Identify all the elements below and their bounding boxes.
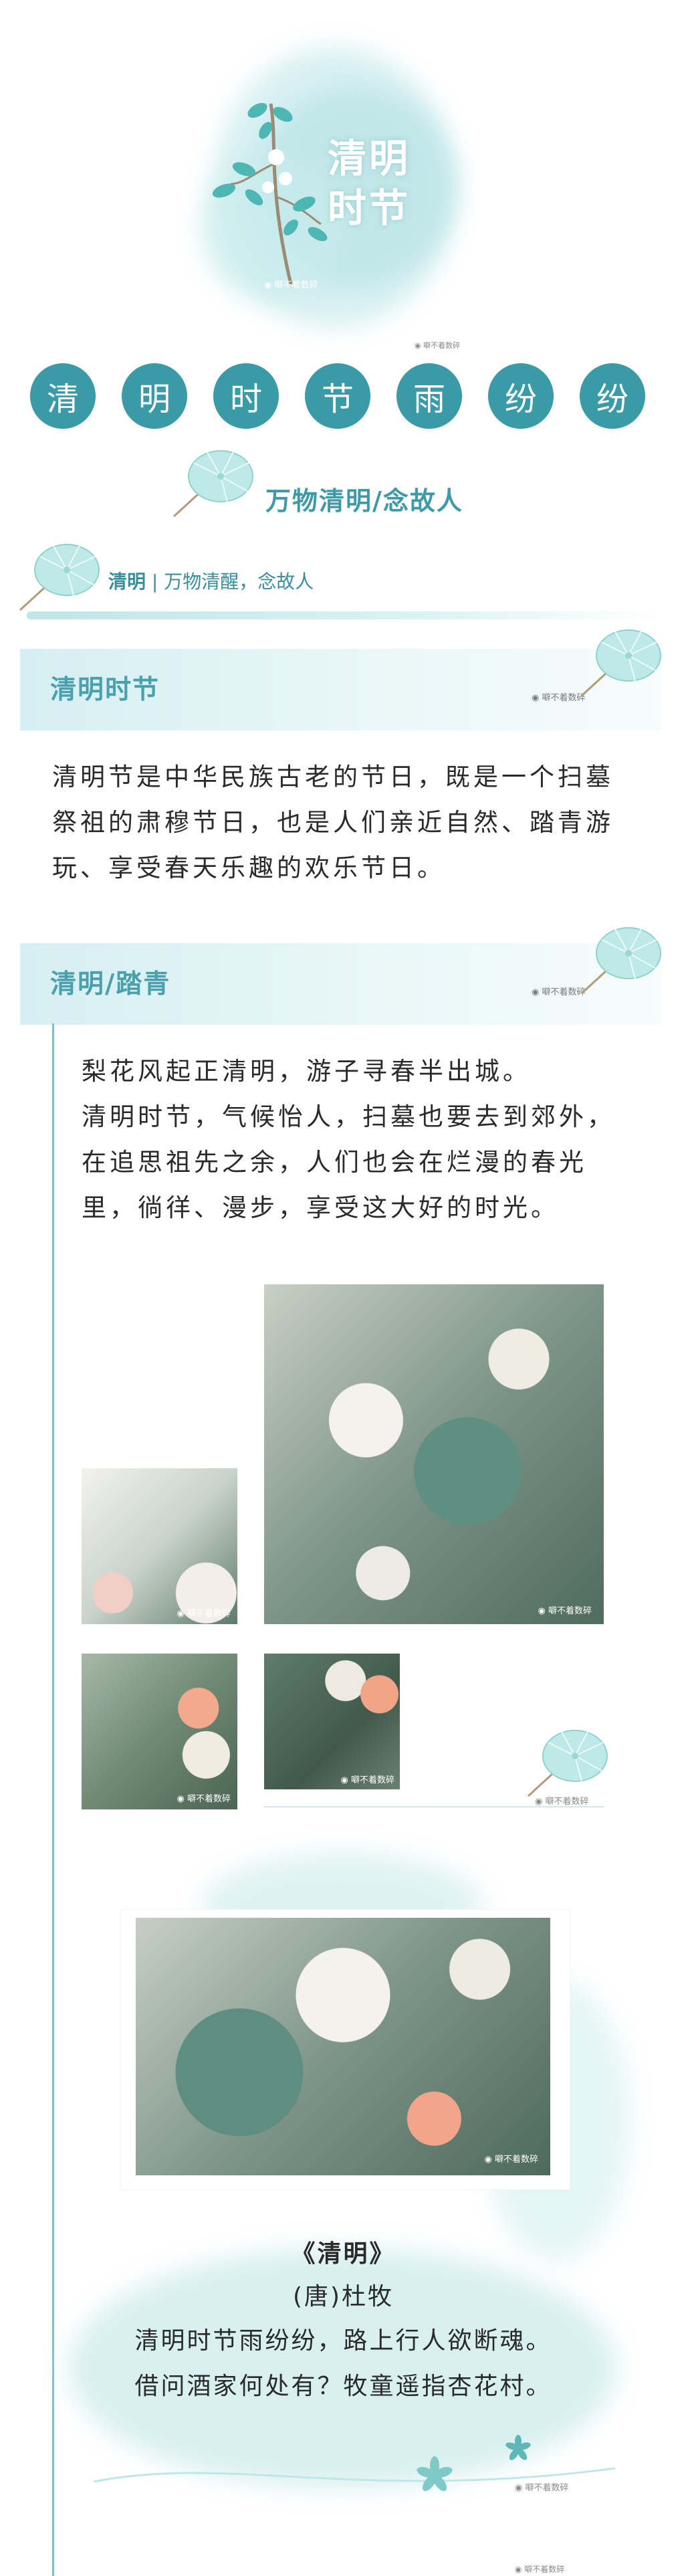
poem-photo: ◉ 噼不着数碎	[136, 1918, 550, 2175]
section2-paragraph: 清明时节，气候怡人，扫墓也要去到郊外，在追思祖先之余，人们也会在烂漫的春光里，徜…	[82, 1102, 615, 1222]
umbrella-icon	[172, 450, 254, 518]
photo-watermark: ◉ 噼不着数碎	[538, 1606, 592, 1616]
wechat-icon: ◉	[340, 1775, 351, 1785]
wechat-icon: ◉	[515, 2483, 526, 2493]
circle-char: 时	[213, 363, 279, 429]
section2-rule	[52, 1023, 54, 2576]
header-small-watermark: ◉ 噼不着数碎	[415, 341, 461, 350]
circle-char: 纷	[580, 363, 645, 429]
photo-watermark: ◉ 噼不着数碎	[484, 2155, 539, 2165]
section1-title: 清明时节	[50, 675, 160, 705]
poem-line2: 借问酒家何处有？牧童遥指杏花村。	[134, 2373, 552, 2400]
section2-line1: 梨花风起正清明，游子寻春半出城。	[82, 1057, 531, 1086]
flower-icon	[94, 2435, 615, 2492]
poem-watermark: ◉ 噼不着数碎	[515, 2483, 569, 2493]
circle-char: 清	[30, 363, 96, 429]
photo-small: ◉ 噼不着数碎	[82, 1654, 237, 1809]
tagline-rest: | 万物清醒，念故人	[146, 571, 314, 593]
wechat-icon: ◉	[515, 2565, 525, 2574]
wechat-icon: ◉	[535, 1797, 546, 1807]
section1-paragraph: 清明节是中华民族古老的节日，既是一个扫墓祭祖的肃穆节日，也是人们亲近自然、踏青游…	[52, 763, 614, 882]
photo-large: ◉ 噼不着数碎	[264, 1284, 604, 1624]
footer-watermark: ◉ 噼不着数碎	[515, 2565, 565, 2574]
wechat-icon: ◉	[484, 2155, 495, 2165]
header: 清明 时节 ◉ 噼不着数碎 ◉ 噼不着数碎	[0, 0, 692, 350]
header-watermark: ◉ 噼不着数碎	[264, 280, 318, 290]
wechat-icon: ◉	[538, 1606, 548, 1616]
photo-small: ◉ 噼不着数碎	[264, 1654, 400, 1789]
poem-line1: 清明时节雨纷纷，路上行人欲断魂。	[134, 2327, 552, 2355]
umbrella-icon	[580, 629, 662, 697]
subtitle: 万物清明/念故人	[265, 486, 463, 516]
wechat-icon: ◉	[532, 987, 542, 997]
circle-char: 雨	[396, 363, 462, 429]
branch-icon	[212, 102, 328, 285]
tagline-strong: 清明	[108, 571, 146, 593]
photo-watermark: ◉ 噼不着数碎	[177, 1794, 231, 1804]
tagline: 清明 | 万物清醒，念故人	[108, 567, 314, 594]
poem-author: (唐)杜牧	[292, 2283, 394, 2310]
umbrella-icon	[527, 1729, 608, 1797]
wechat-icon: ◉	[177, 1794, 187, 1804]
photo-watermark: ◉ 噼不着数碎	[340, 1775, 395, 1785]
wechat-icon: ◉	[415, 341, 424, 350]
tagline-divider	[27, 611, 665, 619]
photo-small: ◉ 噼不着数碎	[82, 1468, 237, 1624]
circle-char: 纷	[488, 363, 554, 429]
header-title-line2: 时节	[328, 185, 411, 231]
wechat-icon: ◉	[264, 280, 275, 290]
umbrella-icon	[580, 926, 662, 995]
wechat-icon: ◉	[532, 693, 542, 703]
header-title-line1: 清明	[328, 136, 411, 181]
section2-title: 清明/踏青	[50, 969, 171, 999]
circle-char: 节	[305, 363, 370, 429]
umbrella-icon	[19, 543, 100, 611]
poem-title: 《清明》	[291, 2240, 396, 2268]
wechat-icon: ◉	[177, 1609, 187, 1619]
photo-watermark: ◉ 噼不着数碎	[177, 1609, 231, 1619]
circle-char: 明	[122, 363, 187, 429]
grid-watermark: ◉ 噼不着数碎	[535, 1797, 589, 1807]
